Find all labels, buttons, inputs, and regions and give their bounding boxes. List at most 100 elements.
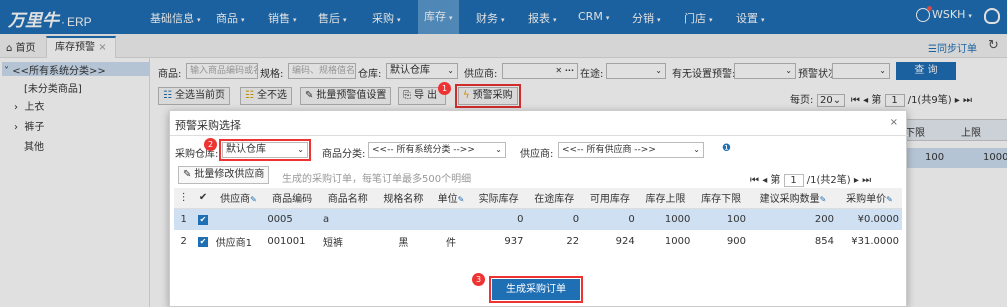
select-all-page-button[interactable]: ☷ 全选当前页: [158, 87, 230, 105]
cell-supplier[interactable]: [212, 208, 265, 230]
purchase-warehouse-select[interactable]: 默认仓库 ⌄: [219, 139, 311, 161]
tree-item-other[interactable]: 其他: [24, 138, 44, 153]
tree-item-pants[interactable]: › 裤子: [14, 118, 44, 133]
tree-item-label: 上衣: [24, 102, 45, 113]
last-page-icon[interactable]: ⏭: [963, 95, 972, 106]
tab-stock-warning[interactable]: 库存预警 ×: [46, 36, 116, 58]
chevron-down-icon: ⌄: [693, 145, 700, 154]
prev-page-icon[interactable]: ◂: [762, 175, 767, 186]
row-number: 2: [180, 235, 187, 247]
chevron-down-icon: ⌄: [297, 145, 304, 154]
sync-orders-link[interactable]: ☰同步订单: [928, 40, 977, 55]
info-icon[interactable]: ❶: [722, 143, 731, 154]
column-unit-price[interactable]: 采购单价✎: [836, 188, 902, 209]
supplier-select[interactable]: ✕ ···: [502, 63, 578, 79]
app-logo[interactable]: 万里牛 · ERP: [8, 6, 92, 31]
nav-settings[interactable]: 设置 ▾: [736, 10, 765, 26]
tab-home[interactable]: ⌂ 首页: [6, 39, 36, 54]
cell-supplier[interactable]: 供应商1: [213, 230, 265, 252]
header-select-all[interactable]: ✔: [193, 188, 213, 209]
edit-column-icon: ✎: [886, 195, 893, 205]
step-badge-1: 1: [438, 82, 451, 95]
generate-purchase-order-button[interactable]: 生成采购订单: [489, 276, 583, 303]
cell-suggested-qty[interactable]: 200: [749, 208, 837, 230]
select-none-button[interactable]: ☷ 全不选: [240, 87, 292, 105]
nav-reports[interactable]: 报表 ▾: [528, 10, 557, 26]
support-headset-icon[interactable]: [984, 8, 1000, 24]
dialog-title: 预警采购选择: [175, 119, 241, 132]
prev-page-icon[interactable]: ◂: [863, 95, 868, 106]
product-input[interactable]: 输入商品编码或名: [186, 63, 258, 79]
intransit-label: 在途:: [580, 69, 604, 80]
cell-unit-price[interactable]: ¥0.0000: [836, 208, 902, 230]
nav-distribution[interactable]: 分销 ▾: [632, 10, 661, 26]
page-input[interactable]: 1: [884, 93, 905, 107]
nav-purchase[interactable]: 采购 ▾: [372, 10, 401, 26]
nav-crm[interactable]: CRM ▾: [578, 10, 609, 23]
cell-suggested-qty[interactable]: 854: [749, 230, 837, 252]
user-menu[interactable]: WSKH ▾: [916, 6, 972, 22]
batch-warning-button[interactable]: ✎ 批量预警值设置: [300, 87, 392, 105]
nav-aftersales[interactable]: 售后 ▾: [318, 10, 347, 26]
nav-basic-info[interactable]: 基础信息 ▾: [150, 10, 201, 26]
product-label: 商品:: [158, 69, 182, 80]
page-value: 1: [891, 94, 898, 106]
batch-edit-supplier-button[interactable]: ✎ 批量修改供应商: [178, 166, 270, 184]
category-tree: ˅ <<所有系统分类>> [未分类商品] › 上衣 › 裤子 其他: [0, 58, 150, 307]
cell-unit: 件: [446, 237, 457, 249]
chevron-down-icon: ▾: [241, 16, 245, 24]
column-supplier[interactable]: 供应商✎: [212, 188, 265, 209]
category-select[interactable]: <<-- 所有系统分类 -->> ⌄: [368, 142, 506, 158]
chevron-down-icon: ⌄: [879, 66, 886, 75]
warning-purchase-label: 预警采购: [472, 90, 513, 101]
column-lower-limit: 库存下限: [693, 188, 749, 209]
per-page-select[interactable]: 20⌄: [816, 93, 845, 107]
table-row[interactable]: 1 ✔ 0005 a 0 0 0 1000 100 200 ¥0.0000: [174, 208, 902, 230]
warehouse-select[interactable]: 默认仓库 ⌄: [386, 63, 458, 79]
close-icon[interactable]: ×: [98, 42, 106, 53]
has-warning-select[interactable]: ⌄: [734, 63, 796, 79]
chevron-down-icon: ▾: [343, 16, 347, 24]
nav-products[interactable]: 商品 ▾: [216, 10, 245, 26]
logo-erp: ERP: [67, 15, 92, 29]
close-icon[interactable]: ×: [890, 117, 898, 128]
column-menu-icon[interactable]: ⋮: [174, 188, 194, 209]
page-input[interactable]: 1: [783, 173, 804, 187]
dialog-supplier-select[interactable]: <<-- 所有供应商 -->> ⌄: [558, 142, 704, 158]
column-unit[interactable]: 单位✎: [431, 188, 471, 209]
intransit-select[interactable]: ⌄: [606, 63, 666, 79]
pencil-icon: ✎: [305, 90, 314, 101]
clear-and-more-icon: ✕ ···: [555, 66, 574, 75]
chevron-down-icon: ▾: [197, 16, 201, 24]
last-page-icon[interactable]: ⏭: [862, 175, 871, 186]
row-checkbox[interactable]: ✔: [193, 208, 213, 230]
cell-actual-stock: 0: [470, 208, 527, 230]
column-suggested-qty[interactable]: 建议采购数量✎: [749, 188, 837, 209]
nav-stores[interactable]: 门店 ▾: [684, 10, 713, 26]
cell-lower-limit: 900: [726, 235, 746, 247]
tree-root[interactable]: ˅ <<所有系统分类>>: [2, 62, 150, 77]
table-row[interactable]: 2 ✔ 供应商1 001001 短裤 黑 件 937 22 924 1000 9…: [174, 230, 902, 252]
next-page-icon[interactable]: ▸: [854, 175, 859, 186]
cell-unit-price[interactable]: ¥31.0000: [837, 230, 902, 252]
nav-finance[interactable]: 财务 ▾: [476, 10, 505, 26]
nav-inventory[interactable]: 库存 ▾: [418, 0, 459, 34]
purchase-warehouse-value: 默认仓库: [226, 144, 266, 155]
cell-code: 001001: [267, 235, 306, 247]
grid-header-row: ⋮ ✔ 供应商✎ 商品编码 商品名称 规格名称 单位✎ 实际库存 在途库存 可用…: [174, 188, 902, 209]
tree-item-tops[interactable]: › 上衣: [14, 98, 44, 113]
tree-item-uncategorized[interactable]: [未分类商品]: [24, 80, 82, 95]
nav-sales[interactable]: 销售 ▾: [268, 10, 297, 26]
nav-label: 销售: [268, 12, 290, 25]
row-checkbox[interactable]: ✔: [193, 230, 212, 252]
warehouse-value: 默认仓库: [390, 65, 430, 76]
query-button[interactable]: 查 询: [896, 62, 956, 80]
warning-purchase-button[interactable]: ϟ 预警采购: [455, 84, 521, 108]
sync-label: 同步订单: [936, 44, 977, 55]
first-page-icon[interactable]: ⏮: [851, 95, 860, 106]
refresh-icon[interactable]: ↻: [988, 38, 999, 53]
warning-status-select[interactable]: ⌄: [832, 63, 890, 79]
next-page-icon[interactable]: ▸: [955, 95, 960, 106]
first-page-icon[interactable]: ⏮: [750, 175, 759, 186]
spec-input[interactable]: 编码、规格值名称: [288, 63, 356, 79]
